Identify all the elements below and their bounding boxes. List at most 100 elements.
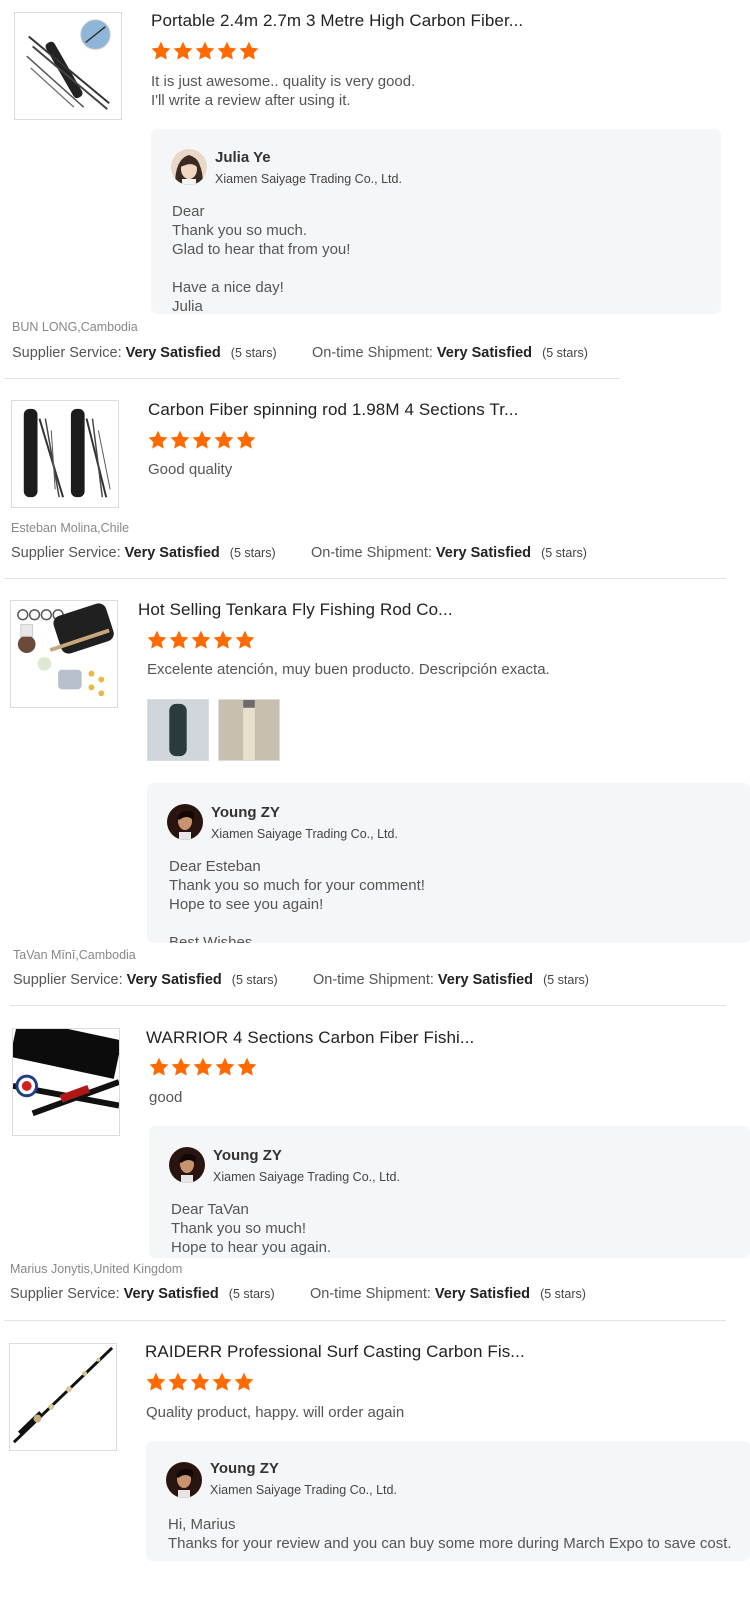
star-icon xyxy=(192,1056,214,1078)
star-icon xyxy=(216,40,238,62)
star-icon xyxy=(168,629,190,651)
supplier-reply: Julia Ye Xiamen Saiyage Trading Co., Ltd… xyxy=(151,129,721,314)
product-title[interactable]: WARRIOR 4 Sections Carbon Fiber Fishi... xyxy=(146,1028,474,1048)
rod-handle-photo xyxy=(219,700,279,760)
supplier-service-label: Supplier Service: xyxy=(11,545,121,561)
review-card: RAIDERR Professional Surf Casting Carbon… xyxy=(0,1333,750,1619)
buyer-name-country: BUN LONG,Cambodia xyxy=(12,320,138,334)
star-icon xyxy=(236,1056,258,1078)
product-thumbnail[interactable] xyxy=(14,12,122,120)
star-icon xyxy=(194,40,216,62)
star-icon xyxy=(238,40,260,62)
shipment-rating: On-time Shipment: Very Satisfied (5 star… xyxy=(312,345,588,361)
star-icon xyxy=(147,429,169,451)
shipment-label: On-time Shipment: xyxy=(313,972,434,988)
product-title[interactable]: Carbon Fiber spinning rod 1.98M 4 Sectio… xyxy=(148,400,519,420)
fishing-rod-bag-image xyxy=(15,13,121,119)
fly-fishing-kit-image xyxy=(11,601,117,707)
supplier-reply: Young ZY Xiamen Saiyage Trading Co., Ltd… xyxy=(146,1441,750,1561)
buyer-name-country: Marius Jonytis,United Kingdom xyxy=(10,1262,183,1276)
star-rating xyxy=(145,1371,255,1393)
supplier-service-stars: (5 stars) xyxy=(231,973,278,987)
star-rating xyxy=(148,1056,258,1078)
reply-text: Dear Esteban Thank you so much for your … xyxy=(169,858,425,943)
product-thumbnail[interactable] xyxy=(11,400,119,508)
supplier-service-label: Supplier Service: xyxy=(13,972,123,988)
supplier-service-rating: Supplier Service: Very Satisfied (5 star… xyxy=(12,345,277,361)
product-title[interactable]: Hot Selling Tenkara Fly Fishing Rod Co..… xyxy=(138,600,453,620)
star-icon xyxy=(211,1371,233,1393)
divider xyxy=(4,1320,726,1321)
shipment-label: On-time Shipment: xyxy=(311,545,432,561)
shipment-stars: (5 stars) xyxy=(541,546,587,560)
avatar xyxy=(169,1147,205,1183)
buyer-name-country: TaVan Mīnī,Cambodia xyxy=(13,948,136,962)
supplier-service-rating: Supplier Service: Very Satisfied (5 star… xyxy=(10,1286,275,1302)
star-icon xyxy=(190,629,212,651)
star-icon xyxy=(170,1056,192,1078)
reply-text: Dear Thank you so much. Glad to hear tha… xyxy=(172,203,351,314)
supplier-service-value: Very Satisfied xyxy=(126,972,222,988)
star-icon xyxy=(233,1371,255,1393)
reply-author-name: Julia Ye xyxy=(215,149,271,166)
review-comment: Excelente atención, muy buen producto. D… xyxy=(147,661,550,678)
rod-case-photo xyxy=(148,700,208,760)
review-card: Carbon Fiber spinning rod 1.98M 4 Sectio… xyxy=(0,390,750,580)
product-title[interactable]: RAIDERR Professional Surf Casting Carbon… xyxy=(145,1342,525,1362)
star-rating xyxy=(147,429,257,451)
product-thumbnail[interactable] xyxy=(10,600,118,708)
fishing-rod-image xyxy=(13,1029,119,1135)
star-icon xyxy=(169,429,191,451)
shipment-value: Very Satisfied xyxy=(437,972,534,988)
review-photo[interactable] xyxy=(147,699,209,761)
supplier-reply: Young ZY Xiamen Saiyage Trading Co., Ltd… xyxy=(147,783,750,943)
review-comment: Quality product, happy. will order again xyxy=(146,1404,405,1421)
shipment-label: On-time Shipment: xyxy=(310,1286,431,1302)
shipment-stars: (5 stars) xyxy=(543,973,589,987)
buyer-name-country: Esteban Molina,Chile xyxy=(11,521,130,535)
shipment-value: Very Satisfied xyxy=(435,545,532,561)
star-icon xyxy=(150,40,172,62)
avatar xyxy=(166,1462,202,1498)
star-icon xyxy=(191,429,213,451)
shipment-stars: (5 stars) xyxy=(542,346,588,360)
star-icon xyxy=(148,1056,170,1078)
reply-text: Hi, Marius Thanks for your review and yo… xyxy=(168,1516,732,1552)
avatar xyxy=(167,804,203,840)
reply-author-name: Young ZY xyxy=(210,1460,279,1477)
supplier-reply: Young ZY Xiamen Saiyage Trading Co., Ltd… xyxy=(149,1126,750,1258)
supplier-service-value: Very Satisfied xyxy=(123,1286,219,1302)
product-thumbnail[interactable] xyxy=(12,1028,120,1136)
star-icon xyxy=(234,629,256,651)
shipment-value: Very Satisfied xyxy=(434,1286,531,1302)
review-card: Portable 2.4m 2.7m 3 Metre High Carbon F… xyxy=(0,0,750,380)
review-comment: good xyxy=(149,1089,183,1106)
shipment-rating: On-time Shipment: Very Satisfied (5 star… xyxy=(311,545,587,561)
star-icon xyxy=(189,1371,211,1393)
star-rating xyxy=(150,40,260,62)
reply-company: Xiamen Saiyage Trading Co., Ltd. xyxy=(215,172,402,186)
surf-casting-rod-image xyxy=(10,1344,116,1450)
supplier-service-value: Very Satisfied xyxy=(124,545,220,561)
supplier-service-stars: (5 stars) xyxy=(229,546,276,560)
product-title[interactable]: Portable 2.4m 2.7m 3 Metre High Carbon F… xyxy=(151,11,523,31)
shipment-stars: (5 stars) xyxy=(540,1287,586,1301)
supplier-service-value: Very Satisfied xyxy=(125,345,221,361)
review-card: WARRIOR 4 Sections Carbon Fiber Fishi...… xyxy=(0,1018,750,1323)
reply-text: Dear TaVan Thank you so much! Hope to he… xyxy=(171,1201,332,1256)
star-icon xyxy=(212,629,234,651)
shipment-rating: On-time Shipment: Very Satisfied (5 star… xyxy=(310,1286,586,1302)
shipment-value: Very Satisfied xyxy=(436,345,533,361)
review-photo[interactable] xyxy=(218,699,280,761)
reply-company: Xiamen Saiyage Trading Co., Ltd. xyxy=(213,1170,400,1184)
supplier-service-label: Supplier Service: xyxy=(10,1286,120,1302)
supplier-service-stars: (5 stars) xyxy=(230,346,277,360)
avatar-icon xyxy=(169,1147,205,1183)
divider xyxy=(4,578,726,579)
reply-author-name: Young ZY xyxy=(213,1147,282,1164)
supplier-service-rating: Supplier Service: Very Satisfied (5 star… xyxy=(13,972,278,988)
shipment-label: On-time Shipment: xyxy=(312,345,433,361)
fishing-rod-bag-image xyxy=(12,401,118,507)
product-thumbnail[interactable] xyxy=(9,1343,117,1451)
star-icon xyxy=(235,429,257,451)
